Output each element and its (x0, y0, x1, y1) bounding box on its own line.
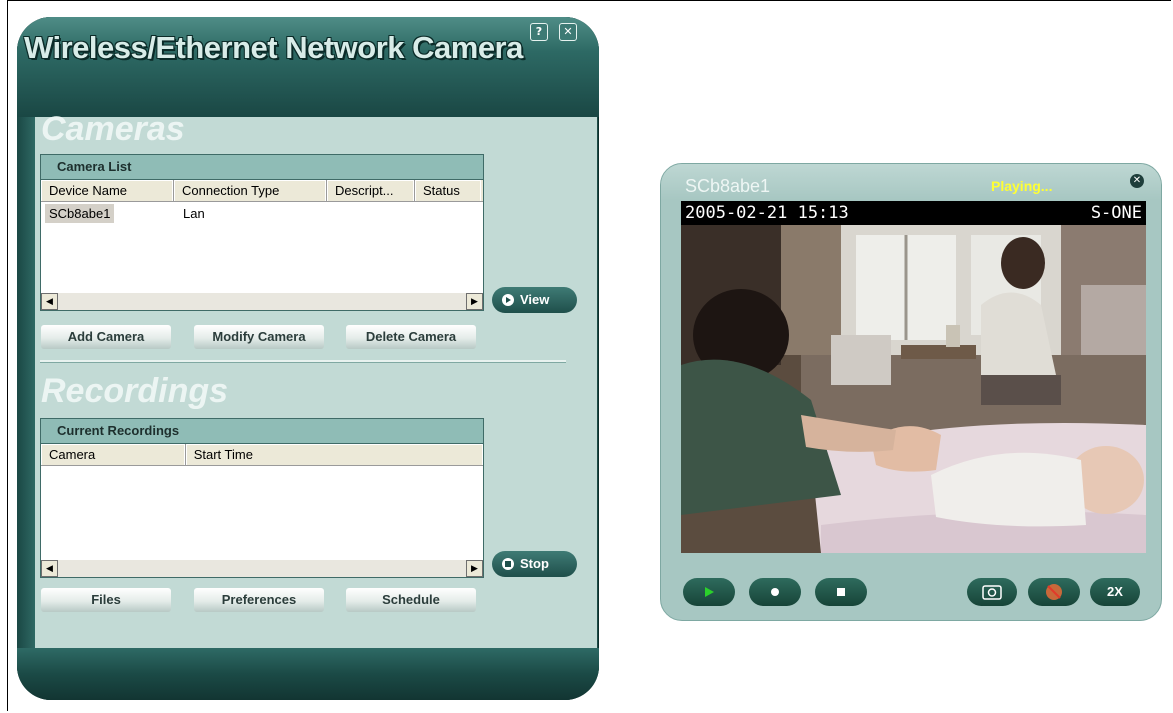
camera-list-title: Camera List (41, 155, 483, 180)
scroll-right-icon[interactable]: ▶ (466, 293, 483, 310)
recordings-title: Current Recordings (41, 419, 483, 444)
recordings-heading: Recordings (41, 372, 229, 410)
schedule-button[interactable]: Schedule (346, 588, 476, 612)
osd-brand: S-ONE (1090, 203, 1142, 223)
stop-button[interactable]: Stop (492, 551, 577, 577)
horizontal-scrollbar[interactable]: ◀ ▶ (41, 293, 483, 310)
cameras-heading: Cameras (41, 110, 185, 148)
camera-list-header: Device Name Connection Type Descript... … (41, 180, 483, 202)
modify-camera-button[interactable]: Modify Camera (194, 325, 324, 349)
record-icon (771, 588, 779, 596)
play-button[interactable] (683, 578, 735, 606)
add-camera-button[interactable]: Add Camera (41, 325, 171, 349)
column-camera[interactable]: Camera (41, 444, 186, 465)
video-osd: 2005-02-21 15:13 S-ONE (681, 201, 1146, 225)
column-device-name[interactable]: Device Name (41, 180, 174, 201)
stop-icon (502, 558, 514, 570)
zoom-2x-button[interactable]: 2X (1090, 578, 1140, 606)
video-feed[interactable]: 2005-02-21 15:13 S-ONE (681, 201, 1146, 553)
snapshot-button[interactable] (967, 578, 1017, 606)
video-frame-image (681, 225, 1146, 553)
camera-viewer-window: SCb8abe1 Playing... ✕ 2005-02-21 15:13 S… (660, 163, 1162, 621)
scroll-left-icon[interactable]: ◀ (41, 560, 58, 577)
osd-datetime: 2005-02-21 15:13 (685, 203, 849, 223)
camera-icon (982, 585, 1002, 600)
viewer-camera-name: SCb8abe1 (685, 176, 771, 196)
recordings-panel: Current Recordings Camera Start Time ◀ ▶ (40, 418, 484, 578)
preferences-button[interactable]: Preferences (194, 588, 324, 612)
column-start-time[interactable]: Start Time (186, 444, 483, 465)
record-button[interactable] (749, 578, 801, 606)
view-button[interactable]: View (492, 287, 577, 313)
app-title: Wireless/Ethernet Network Camera (24, 30, 523, 65)
section-divider (40, 360, 566, 363)
column-description[interactable]: Descript... (327, 180, 415, 201)
viewer-close-button[interactable]: ✕ (1130, 174, 1144, 188)
stop-button-label: Stop (520, 556, 549, 571)
playback-status: Playing... (991, 178, 1053, 194)
view-icon (502, 294, 514, 306)
camera-list-panel: Camera List Device Name Connection Type … (40, 154, 484, 311)
column-connection-type[interactable]: Connection Type (174, 180, 327, 201)
mute-button[interactable] (1028, 578, 1080, 606)
scroll-right-icon[interactable]: ▶ (466, 560, 483, 577)
main-window-footer (17, 648, 599, 700)
recordings-header: Camera Start Time (41, 444, 483, 466)
column-status[interactable]: Status (415, 180, 481, 201)
mute-icon (1046, 584, 1062, 600)
window-edge (17, 117, 35, 650)
delete-camera-button[interactable]: Delete Camera (346, 325, 476, 349)
scroll-left-icon[interactable]: ◀ (41, 293, 58, 310)
help-button[interactable]: ? (530, 23, 548, 41)
cell-connection-type: Lan (183, 206, 205, 221)
horizontal-scrollbar[interactable]: ◀ ▶ (41, 560, 483, 577)
stop-playback-button[interactable] (815, 578, 867, 606)
camera-list: SCb8abe1 Lan ◀ ▶ (41, 202, 483, 310)
play-icon (705, 587, 714, 597)
recordings-list: ◀ ▶ (41, 466, 483, 577)
view-button-label: View (520, 292, 550, 307)
table-row[interactable]: SCb8abe1 Lan (41, 204, 481, 223)
stop-icon (837, 588, 845, 596)
close-button[interactable]: ✕ (559, 23, 577, 41)
cell-device-name[interactable]: SCb8abe1 (45, 204, 115, 223)
files-button[interactable]: Files (41, 588, 171, 612)
